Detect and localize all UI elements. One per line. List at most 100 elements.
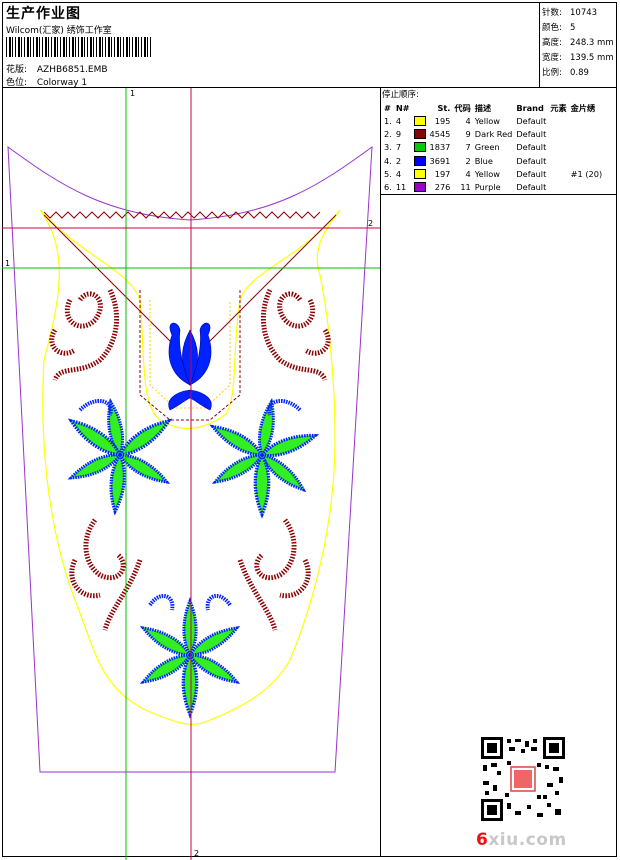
row-color-swatch — [412, 114, 428, 127]
column-header: 描述 — [474, 103, 492, 113]
row-brand: Default — [516, 115, 547, 126]
row-needle: 4 — [395, 168, 402, 179]
colorway-label: 色位: — [6, 78, 28, 88]
stat-row: 针数: 10743 — [542, 6, 614, 21]
row-color-swatch — [412, 141, 428, 154]
table-row: 2. 9 4545 9 Dark Red Default — [382, 127, 604, 140]
row-stitches: 195 — [434, 115, 451, 126]
stat-value: 139.5 mm — [570, 53, 614, 63]
row-brand: Default — [516, 155, 547, 166]
stats-panel: 针数: 10743 颜色: 5 高度: 248.3 mm 宽度: 139.5 mm 比例… — [542, 6, 614, 81]
row-stitches: 3691 — [429, 155, 451, 166]
bottom-flower — [138, 599, 242, 717]
neckline-zigzag-right — [207, 214, 337, 344]
row-index: 1. — [384, 115, 392, 126]
stat-value: 5 — [570, 23, 576, 33]
row-sequin — [569, 127, 604, 140]
column-header: N# — [395, 103, 410, 113]
stat-value: 248.3 mm — [570, 38, 614, 48]
row-sequin — [569, 180, 604, 193]
row-code: 9 — [465, 128, 471, 139]
row-element — [548, 154, 568, 167]
color-swatch — [413, 169, 426, 180]
row-needle: 4 — [395, 115, 402, 126]
row-index: 3. — [384, 142, 392, 153]
row-stitches: 4545 — [429, 128, 451, 139]
stop-sequence-table: # N# St. 代码 描述 Brand 元素 金片绣 1. 4 195 4 Yello… — [382, 102, 604, 194]
stat-value: 0.89 — [570, 68, 589, 78]
row-description: Green — [474, 142, 500, 153]
column-header: Brand — [516, 103, 544, 113]
table-row: 3. 7 1837 7 Green Default — [382, 141, 604, 154]
colorway-line: 色位: Colorway 1 — [6, 75, 87, 88]
center-blue-motif — [168, 322, 212, 411]
row-description: Yellow — [474, 115, 500, 126]
row-element — [548, 114, 568, 127]
row-brand: Default — [516, 182, 547, 193]
row-stitches: 197 — [434, 168, 451, 179]
row-code: 7 — [465, 142, 471, 153]
stop-sequence-panel: 停止顺序: # N# St. 代码 描述 Brand 元素 金片绣 1. 4 195… — [382, 88, 618, 194]
qr-code — [481, 737, 565, 821]
row-element — [548, 167, 568, 180]
design-line: 花版: AZHB6851.EMB — [6, 62, 108, 75]
guide-label-h1: 1 — [5, 259, 10, 268]
company-name: Wilcom(汇家) 绣饰工作室 — [6, 26, 112, 36]
row-element — [548, 141, 568, 154]
watermark-text: xiu.com — [488, 830, 567, 850]
table-header-row: # N# St. 代码 描述 Brand 元素 金片绣 — [382, 102, 604, 114]
row-element — [548, 127, 568, 140]
row-color-swatch — [412, 154, 428, 167]
stat-label: 针数: — [542, 8, 562, 18]
row-code: 4 — [465, 168, 471, 179]
row-sequin — [569, 114, 604, 127]
page-title: 生产作业图 — [6, 6, 81, 22]
row-color-swatch — [412, 167, 428, 180]
color-swatch — [413, 155, 426, 166]
row-brand: Default — [516, 142, 547, 153]
guide-label-v2: 2 — [194, 849, 199, 858]
stoplist-divider — [380, 194, 617, 195]
barcode — [6, 37, 152, 57]
row-sequin — [569, 141, 604, 154]
row-brand: Default — [516, 128, 547, 139]
row-needle: 9 — [395, 128, 402, 139]
stat-row: 宽度: 139.5 mm — [542, 51, 614, 66]
stat-label: 高度: — [542, 38, 562, 48]
row-description: Purple — [474, 182, 501, 193]
row-description: Blue — [474, 155, 493, 166]
column-header: # — [384, 103, 391, 113]
stat-row: 比例: 0.89 — [542, 66, 614, 81]
stat-value: 10743 — [570, 8, 598, 18]
row-element — [548, 180, 568, 193]
color-swatch — [413, 115, 426, 126]
column-header: 元素 — [550, 103, 567, 113]
table-row: 4. 2 3691 2 Blue Default — [382, 154, 604, 167]
row-code: 4 — [465, 115, 471, 126]
row-brand: Default — [516, 168, 547, 179]
row-sequin — [569, 154, 604, 167]
stat-label: 宽度: — [542, 53, 562, 63]
row-code: 2 — [465, 155, 471, 166]
row-color-swatch — [412, 127, 428, 140]
neckline-zigzag — [43, 211, 321, 219]
watermark: 6xiu.com — [476, 830, 567, 850]
row-description: Yellow — [474, 168, 500, 179]
table-row: 5. 4 197 4 Yellow Default #1 (20) — [382, 167, 604, 180]
colorway-value: Colorway 1 — [36, 78, 88, 88]
embroidery-artwork: 1 2 1 2 — [2, 88, 380, 860]
stat-label: 比例: — [542, 68, 562, 78]
row-stitches: 276 — [434, 182, 451, 193]
column-header: 代码 — [454, 103, 471, 113]
row-color-swatch — [412, 180, 428, 193]
stop-sequence-heading: 停止顺序: — [382, 90, 419, 100]
row-needle: 7 — [395, 142, 402, 153]
row-stitches: 1837 — [429, 142, 451, 153]
watermark-digit: 6 — [476, 830, 489, 850]
column-header: 金片绣 — [570, 103, 596, 113]
stat-row: 高度: 248.3 mm — [542, 36, 614, 51]
row-index: 2. — [384, 128, 392, 139]
row-index: 5. — [384, 168, 392, 179]
row-index: 6. — [384, 182, 392, 193]
guide-label-h2: 2 — [368, 219, 373, 228]
